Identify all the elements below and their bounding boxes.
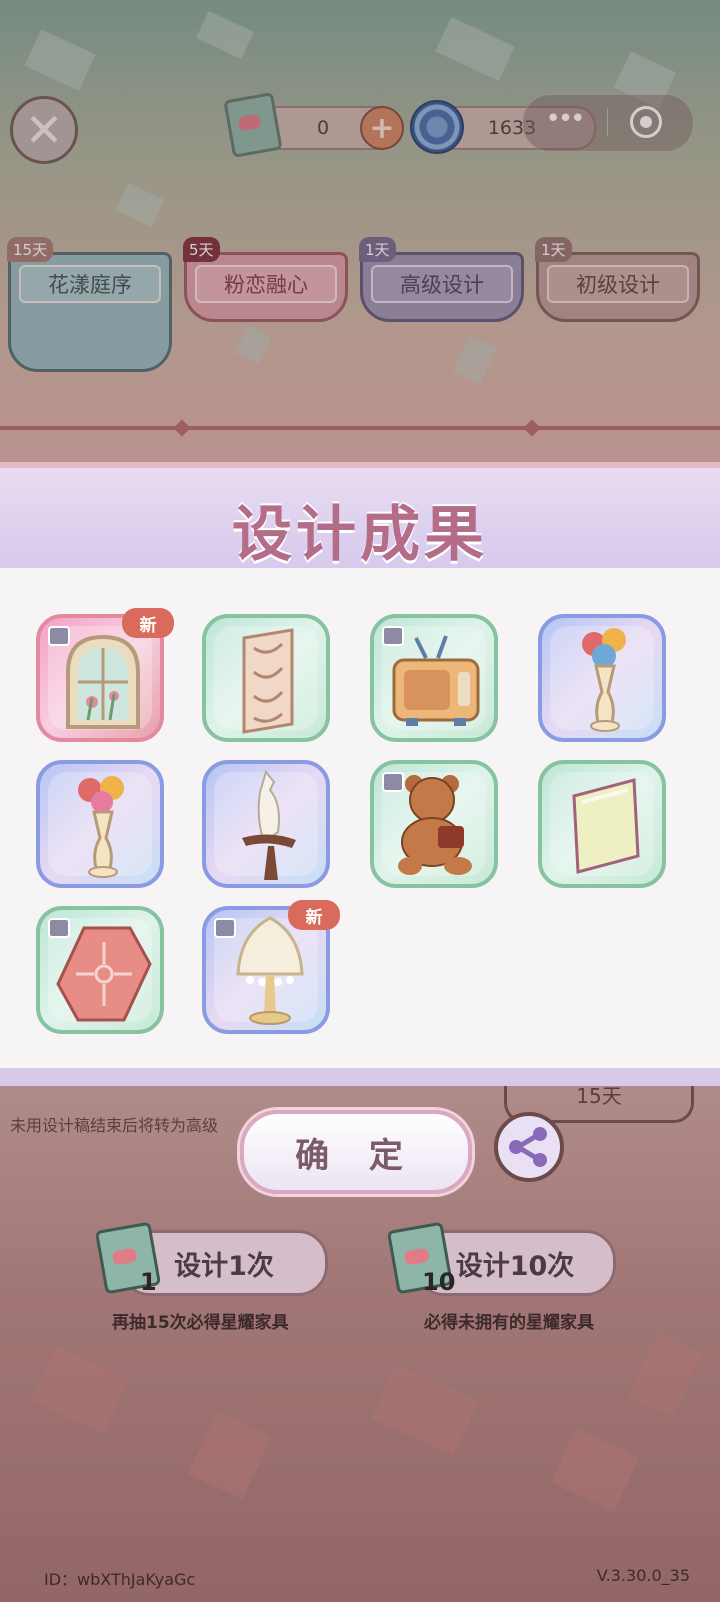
result-item[interactable] bbox=[538, 760, 666, 888]
bear-icon bbox=[398, 775, 472, 875]
tray-icon bbox=[56, 926, 152, 1022]
result-item[interactable] bbox=[202, 760, 330, 888]
result-item[interactable] bbox=[370, 760, 498, 888]
result-item[interactable]: 新 bbox=[202, 900, 340, 1034]
share-button[interactable] bbox=[494, 1112, 564, 1182]
tv-icon bbox=[392, 635, 480, 726]
result-item[interactable] bbox=[36, 906, 164, 1034]
result-item[interactable] bbox=[202, 614, 330, 742]
arched-window-icon bbox=[66, 634, 140, 729]
result-item[interactable] bbox=[370, 614, 498, 742]
result-item[interactable]: 新 bbox=[36, 608, 174, 742]
draw-ten-cost: 10 bbox=[422, 1268, 456, 1296]
draw-once-note: 再抽15次必得星耀家具 bbox=[112, 1313, 289, 1333]
vase-icon bbox=[78, 776, 124, 878]
glass-icon bbox=[572, 778, 640, 874]
draw-once-cost: 1 bbox=[140, 1268, 157, 1296]
draw-ten-note: 必得未拥有的星耀家具 bbox=[424, 1313, 594, 1333]
user-id: ID：wbXThJaKyaGc bbox=[44, 1570, 196, 1589]
share-icon bbox=[509, 1127, 547, 1167]
vase-icon bbox=[582, 628, 626, 732]
result-item[interactable] bbox=[538, 614, 666, 742]
result-item[interactable] bbox=[36, 760, 164, 888]
screen-panel-icon bbox=[242, 628, 294, 734]
result-panel-footer bbox=[0, 1068, 720, 1086]
tip-text: 未用设计稿结束后将转为高级 bbox=[10, 1116, 219, 1135]
bird-icon bbox=[242, 769, 296, 880]
result-panel: 新 新 bbox=[0, 568, 720, 1086]
result-title: 设计成果 bbox=[232, 500, 488, 570]
result-panel-header: 设计成果 bbox=[0, 462, 720, 574]
lamp-icon bbox=[236, 916, 304, 1025]
version-label: V.3.30.0_35 bbox=[596, 1566, 690, 1585]
confirm-button[interactable]: 确 定 bbox=[240, 1110, 472, 1194]
